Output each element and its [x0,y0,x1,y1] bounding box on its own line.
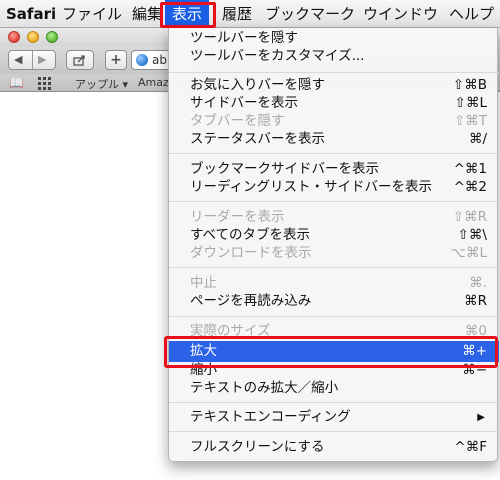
zoom-window-button[interactable] [46,31,58,43]
submenu-arrow-icon: ▶ [477,412,485,423]
menu-app-safari[interactable]: Safari [6,0,56,28]
shortcut-label: ^⌘F [454,439,487,455]
shortcut-label: ⌘. [469,275,487,291]
menu-bookmarks[interactable]: ブックマーク [265,0,355,28]
shortcut-label: ⇧⌘T [453,113,487,129]
shortcut-label: ⌥⌘L [450,245,487,261]
menu-file[interactable]: ファイル [62,0,122,28]
shortcut-label: ⇧⌘L [454,95,487,111]
menu-item-show-bookmarks-sidebar[interactable]: ブックマークサイドバーを表示 ^⌘1 [169,160,499,179]
menu-item-zoom-in[interactable]: 拡大 ⌘+ [169,341,499,362]
shortcut-label: ⌘0 [464,323,487,339]
menu-item-enter-full-screen[interactable]: フルスクリーンにする ^⌘F [169,438,499,457]
menu-item-actual-size: 実際のサイズ ⌘0 [190,323,487,339]
address-text: ab [152,53,167,67]
menu-history[interactable]: 履歴 [222,0,252,28]
share-icon [73,55,85,66]
menu-item-show-reading-list-sidebar[interactable]: リーディングリスト・サイドバーを表示 ^⌘2 [169,178,499,197]
menu-item-text-encoding[interactable]: テキストエンコーディング ▶ [169,408,499,427]
shortcut-label: ⌘R [464,293,487,309]
menu-item-customize-toolbar[interactable]: ツールバーをカスタマイズ... [169,47,499,66]
menu-help[interactable]: ヘルプ [449,0,494,28]
menu-item-hide-tab-bar: タブバーを隠す ⇧⌘T [190,113,487,129]
back-arrow-icon[interactable]: ◀ [14,51,22,69]
menu-item-zoom-out[interactable]: 縮小 ⌘− [169,361,499,380]
shortcut-label: ⇧⌘\ [457,227,487,243]
menu-item-stop: 中止 ⌘. [190,275,487,291]
globe-icon [136,54,148,66]
shortcut-label: ⌘/ [468,131,487,147]
menu-item-reload-page[interactable]: ページを再読み込み ⌘R [169,292,499,311]
minimize-window-button[interactable] [27,31,39,43]
menu-item-show-sidebar[interactable]: サイドバーを表示 ⇧⌘L [169,94,499,113]
menu-separator [169,431,499,432]
shortcut-label: ⌘− [462,362,487,378]
menu-window[interactable]: ウインドウ [363,0,438,28]
book-icon[interactable]: 📖 [9,76,24,90]
shortcut-label: ⇧⌘B [452,77,487,93]
menu-item-hide-favorites-bar[interactable]: お気に入りバーを隠す ⇧⌘B [169,76,499,95]
menu-separator [169,402,499,403]
menu-separator [169,316,499,317]
menu-item-show-all-tabs[interactable]: すべてのタブを表示 ⇧⌘\ [169,226,499,245]
back-forward-buttons: ◀ ▶ [8,50,56,70]
bookmark-amazon[interactable]: Amaz [138,76,169,89]
shortcut-label: ^⌘1 [453,161,487,177]
menu-separator [169,153,499,154]
bookmark-apple[interactable]: アップル ▾ [75,76,128,92]
menu-bar: Safari ファイル 編集 表示 履歴 ブックマーク ウインドウ ヘルプ [0,0,500,28]
plus-icon: + [110,52,122,68]
shortcut-label: ⌘+ [462,343,487,359]
new-tab-button[interactable]: + [105,50,127,70]
menu-separator [169,201,499,202]
share-button[interactable] [66,50,94,70]
view-menu-dropdown: ツールバーを隠す ツールバーをカスタマイズ... お気に入りバーを隠す ⇧⌘B … [168,28,499,462]
menu-item-show-downloads: ダウンロードを表示 ⌥⌘L [190,245,487,261]
close-window-button[interactable] [8,31,20,43]
menu-edit[interactable]: 編集 [132,0,162,28]
menu-item-show-status-bar[interactable]: ステータスバーを表示 ⌘/ [169,130,499,149]
menu-view[interactable]: 表示 [165,0,210,28]
menu-item-show-reader: リーダーを表示 ⇧⌘R [190,209,487,225]
menu-item-hide-toolbar[interactable]: ツールバーを隠す [169,29,499,48]
shortcut-label: ^⌘2 [453,179,487,195]
menu-item-zoom-text-only[interactable]: テキストのみ拡大／縮小 [169,379,499,398]
menu-separator [169,267,499,268]
forward-arrow-icon[interactable]: ▶ [38,51,46,69]
shortcut-label: ⇧⌘R [452,209,487,225]
menu-separator [169,72,499,73]
back-forward-divider [32,51,33,69]
